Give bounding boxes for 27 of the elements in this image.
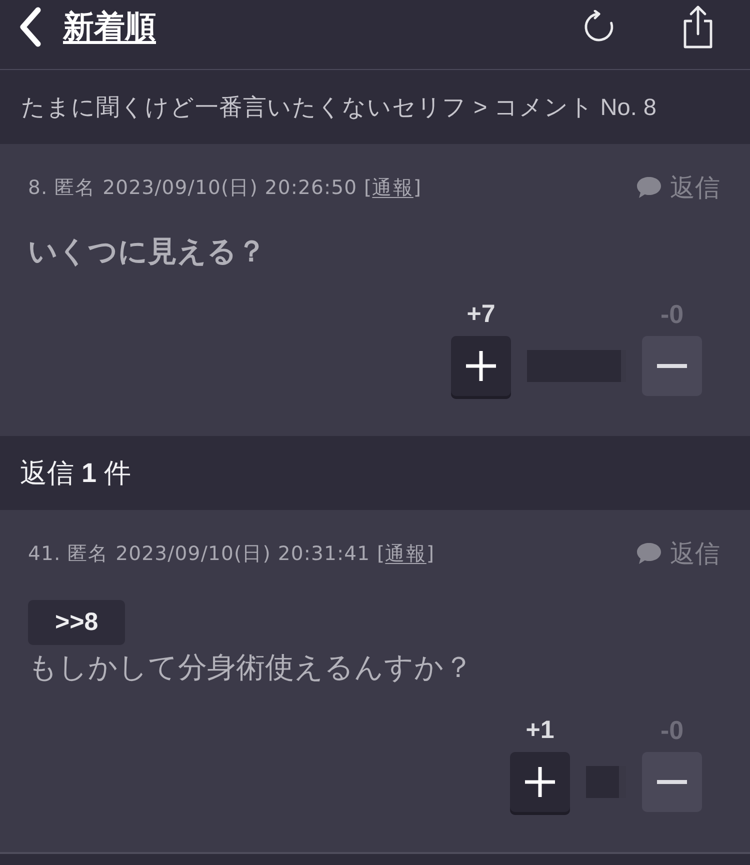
reply-button[interactable]: 返信	[636, 536, 720, 570]
reply-count: 返信 1 件	[20, 457, 132, 490]
sort-title-link[interactable]: 新着順	[63, 6, 156, 48]
plus-icon	[525, 767, 555, 797]
comment-meta: 8. 匿名 2023/09/10(日) 20:26:50 [通報]	[28, 174, 422, 200]
upvote-count: +1	[526, 715, 554, 745]
minus-icon	[657, 364, 687, 368]
upvote-count: +7	[466, 299, 496, 329]
upvote-button[interactable]	[451, 336, 511, 396]
anchor-link[interactable]: >>8	[28, 600, 126, 645]
comment-text: いくつに見える？	[28, 235, 267, 270]
share-icon[interactable]	[682, 4, 714, 48]
speech-bubble-icon	[636, 542, 662, 564]
comment-meta: 41. 匿名 2023/09/10(日) 20:31:41 [通報]	[28, 540, 435, 566]
report-link[interactable]: 通報	[385, 542, 426, 564]
reply-button[interactable]: 返信	[636, 170, 720, 204]
plus-icon	[466, 351, 496, 381]
speech-bubble-icon	[636, 176, 662, 198]
report-link[interactable]: 通報	[372, 176, 414, 198]
downvote-button[interactable]	[642, 752, 702, 812]
back-icon[interactable]	[18, 6, 42, 48]
minus-icon	[657, 780, 687, 784]
refresh-icon[interactable]	[582, 10, 616, 44]
comment-text: もしかして分身術使えるんすか？	[28, 651, 474, 686]
upvote-button[interactable]	[510, 752, 570, 812]
breadcrumb: たまに聞くけど一番言いたくないセリフ > コメント No. 8	[21, 93, 656, 122]
downvote-button[interactable]	[642, 336, 702, 396]
